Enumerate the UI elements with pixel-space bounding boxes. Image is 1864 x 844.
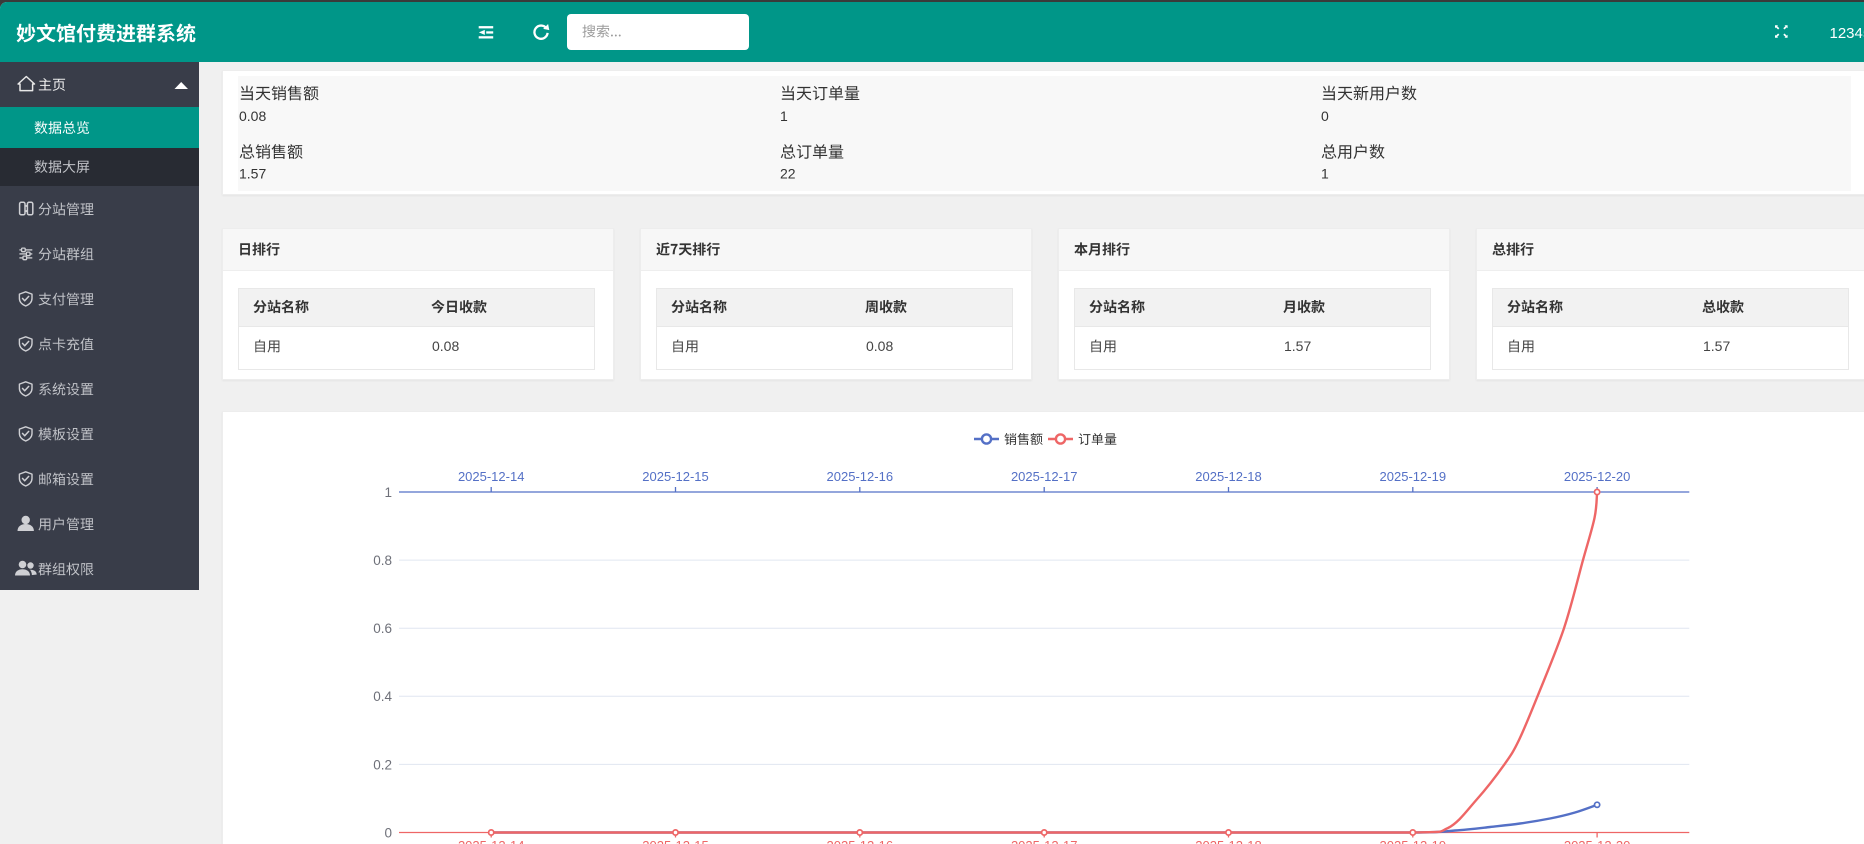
- svg-text:22: 22: [780, 166, 796, 182]
- svg-text:2025-12-17: 2025-12-17: [1011, 838, 1078, 844]
- svg-text:2025-12-16: 2025-12-16: [827, 838, 894, 844]
- svg-text:0.4: 0.4: [373, 689, 392, 704]
- svg-text:1.57: 1.57: [239, 166, 266, 182]
- svg-text:2025-12-17: 2025-12-17: [1011, 469, 1078, 484]
- svg-text:0.2: 0.2: [373, 757, 392, 772]
- svg-text:1.57: 1.57: [1703, 338, 1730, 354]
- svg-text:0: 0: [384, 825, 392, 840]
- svg-text:1: 1: [1321, 166, 1329, 182]
- svg-text:2025-12-15: 2025-12-15: [642, 838, 709, 844]
- svg-text:2025-12-18: 2025-12-18: [1195, 469, 1262, 484]
- svg-text:0.6: 0.6: [373, 621, 392, 636]
- svg-text:1.57: 1.57: [1284, 338, 1311, 354]
- svg-text:1: 1: [384, 485, 392, 500]
- svg-text:0.08: 0.08: [866, 338, 893, 354]
- svg-text:0.08: 0.08: [239, 108, 266, 124]
- svg-text:2025-12-18: 2025-12-18: [1195, 838, 1262, 844]
- svg-text:2025-12-20: 2025-12-20: [1564, 838, 1631, 844]
- svg-text:0.08: 0.08: [432, 338, 459, 354]
- svg-text:2025-12-14: 2025-12-14: [458, 469, 525, 484]
- svg-text:1: 1: [780, 108, 788, 124]
- svg-text:2025-12-16: 2025-12-16: [827, 469, 894, 484]
- svg-text:12345: 12345: [1830, 25, 1864, 42]
- svg-text:0: 0: [1321, 108, 1329, 124]
- svg-text:2025-12-20: 2025-12-20: [1564, 469, 1631, 484]
- svg-text:2025-12-14: 2025-12-14: [458, 838, 525, 844]
- svg-text:0.8: 0.8: [373, 553, 392, 568]
- svg-text:2025-12-19: 2025-12-19: [1380, 469, 1447, 484]
- svg-text:2025-12-15: 2025-12-15: [642, 469, 709, 484]
- svg-text:2025-12-19: 2025-12-19: [1380, 838, 1447, 844]
